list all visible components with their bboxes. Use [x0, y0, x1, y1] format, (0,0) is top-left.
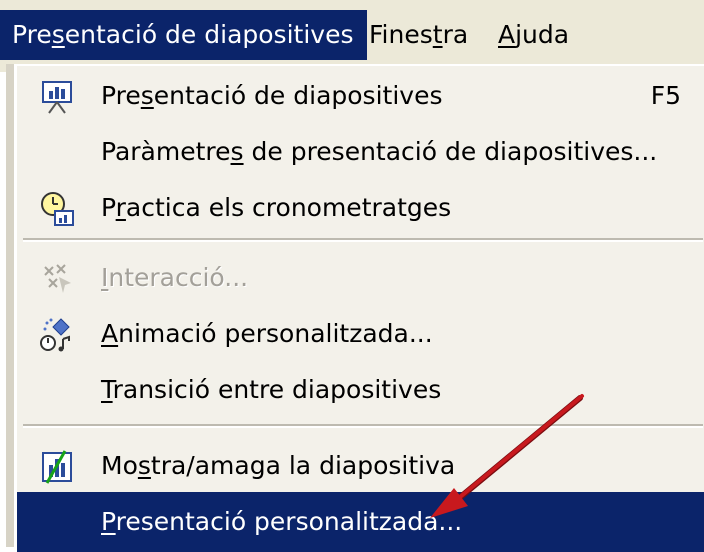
hide-slide-icon [42, 450, 72, 484]
menu-item-presentacio-personalitzada[interactable]: Presentació personalitzada... [17, 492, 704, 552]
menu-item-label: Mostra/amaga la diapositiva [101, 451, 456, 480]
menu-item-label: Presentació personalitzada... [101, 507, 463, 536]
dropdown-shadow [6, 64, 14, 547]
separator [23, 424, 703, 428]
separator [23, 238, 703, 242]
menu-item-label: Interacció... [101, 263, 249, 292]
menu-item-transicio[interactable]: Transició entre diapositives [17, 362, 704, 418]
menu-item-interaccio: Interacció... [17, 250, 704, 306]
accel-j: A [498, 20, 516, 49]
menu-item-label: Paràmetres de presentació de diapositive… [101, 137, 658, 166]
menu-presentacio-diapositives[interactable]: Presentació de diapositives [0, 10, 368, 60]
menu-item-label: Practica els cronometratges [101, 193, 452, 222]
slideshow-icon [42, 81, 72, 114]
menu-item-animacio-personalitzada[interactable]: Animació personalitzada... [17, 306, 704, 362]
menu-ajuda[interactable]: Ajuda [498, 10, 569, 60]
menu-bar: Presentació de diapositives Finestra Aju… [0, 0, 704, 72]
accel-s: s [51, 20, 65, 49]
menu-item-label: Transició entre diapositives [101, 375, 442, 404]
menu-item-parametres[interactable]: Paràmetres de presentació de diapositive… [17, 124, 704, 180]
interaction-icon [44, 264, 71, 293]
menu-item-practica-cronometratges[interactable]: Practica els cronometratges [17, 180, 704, 236]
menu-item-label: Animació personalitzada... [101, 319, 433, 348]
menu-item-label: Presentació de diapositives [101, 81, 443, 110]
menu-item-presentacio[interactable]: Presentació de diapositives F5 [17, 68, 704, 124]
custom-animation-icon [40, 318, 70, 352]
menu-finestra[interactable]: Finestra [369, 10, 468, 60]
shortcut-label: F5 [650, 81, 681, 110]
accel-r: t [432, 20, 443, 49]
rehearse-timings-icon [41, 192, 74, 226]
menu-item-mostra-amaga[interactable]: Mostra/amaga la diapositiva [17, 438, 704, 494]
slideshow-dropdown-menu: Presentació de diapositives F5 Paràmetre… [14, 64, 704, 552]
